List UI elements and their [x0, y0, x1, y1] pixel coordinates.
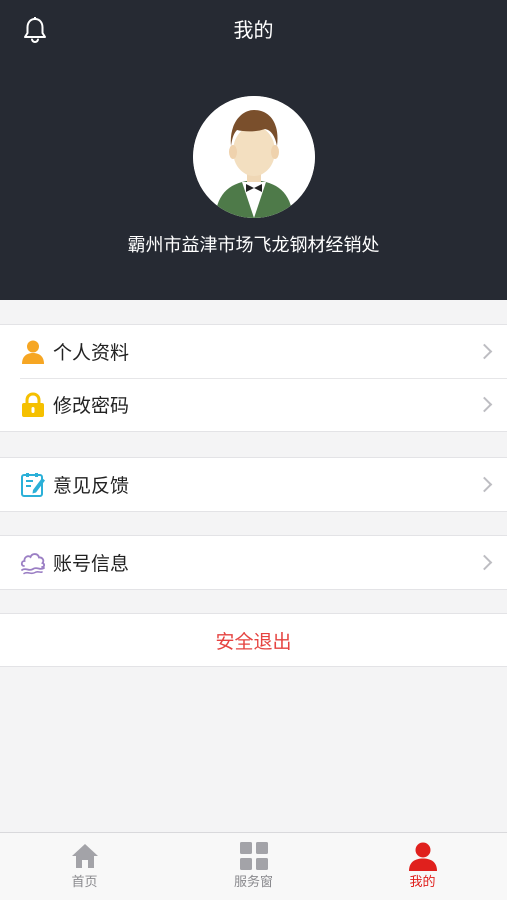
cloud-info-icon	[20, 550, 46, 576]
chevron-right-icon	[476, 554, 493, 570]
tab-label: 首页	[71, 875, 98, 890]
menu-item-label: 账号信息	[53, 553, 130, 575]
chevron-right-icon	[476, 476, 493, 492]
menu-item-feedback[interactable]: 意见反馈	[0, 458, 507, 511]
menu-group-account-info: 账号信息	[0, 535, 507, 590]
page-title: 我的	[233, 18, 274, 42]
bottom-tab-bar: 首页 服务窗 我的	[0, 832, 507, 900]
logout-group: 安全退出	[0, 613, 507, 667]
home-icon	[70, 841, 100, 871]
logout-label: 安全退出	[215, 630, 292, 653]
menu-item-label: 个人资料	[53, 342, 130, 364]
grid-icon	[239, 841, 269, 871]
person-icon	[20, 339, 46, 365]
menu-item-profile[interactable]: 个人资料	[0, 325, 507, 378]
menu-group-account: 个人资料 修改密码	[0, 324, 507, 432]
menu-item-change-password[interactable]: 修改密码	[0, 378, 507, 431]
chevron-right-icon	[476, 343, 493, 359]
tab-mine[interactable]: 我的	[338, 833, 507, 900]
tab-label: 服务窗	[233, 875, 273, 890]
menu-item-label: 意见反馈	[53, 475, 130, 497]
logout-button[interactable]: 安全退出	[0, 614, 507, 666]
menu-item-label: 修改密码	[53, 395, 130, 417]
menu-group-feedback: 意见反馈	[0, 457, 507, 512]
tab-label: 我的	[409, 875, 436, 890]
profile-header: 我的 霸州市益津市场飞龙钢材经销处	[0, 0, 507, 300]
feedback-edit-icon	[20, 472, 46, 498]
tab-home[interactable]: 首页	[0, 833, 169, 900]
menu-item-account-info[interactable]: 账号信息	[0, 536, 507, 589]
chevron-right-icon	[476, 396, 493, 412]
company-name: 霸州市益津市场飞龙钢材经销处	[127, 235, 380, 256]
person-icon	[408, 841, 438, 871]
avatar[interactable]	[193, 96, 315, 218]
lock-icon	[20, 391, 46, 418]
tab-service-window[interactable]: 服务窗	[169, 833, 338, 900]
